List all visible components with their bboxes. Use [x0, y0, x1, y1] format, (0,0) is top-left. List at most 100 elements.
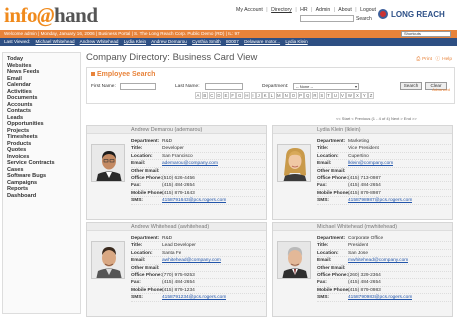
- field-label: Fax:: [317, 183, 327, 189]
- global-search-input[interactable]: [300, 15, 354, 22]
- alpha-letter[interactable]: L: [269, 92, 276, 99]
- sms-link[interactable]: 4158790983@pcs.rogers.com: [348, 294, 412, 300]
- card-fields: Department: R&D Title: Lead Developer Loca…: [131, 235, 265, 302]
- link-admin[interactable]: Admin: [316, 7, 331, 13]
- advanced-search-link[interactable]: Advanced: [432, 87, 450, 92]
- email-link[interactable]: awhitehead@company.com: [162, 257, 221, 263]
- last-viewed-bar: Last Viewed: Michael Whitehead Andrew Wh…: [0, 38, 457, 46]
- alpha-letter[interactable]: S: [318, 92, 326, 99]
- last-viewed-item[interactable]: 80007: [226, 39, 239, 44]
- field-label: Mobile Phone:: [131, 287, 164, 293]
- link-about[interactable]: About: [338, 7, 352, 13]
- field-value: (415) 879-0983: [348, 287, 381, 293]
- link-logout[interactable]: Logout: [360, 7, 376, 13]
- alpha-letter[interactable]: P: [297, 92, 304, 99]
- alpha-letter[interactable]: X: [354, 92, 361, 99]
- alpha-letter[interactable]: U: [332, 92, 340, 99]
- alpha-letter[interactable]: A: [195, 92, 202, 99]
- field-row: Other Email:: [131, 265, 265, 272]
- first-name-input[interactable]: [120, 83, 156, 90]
- alpha-letter[interactable]: Q: [304, 92, 312, 99]
- field-value: Corporate Office: [348, 236, 384, 241]
- welcome-bar: Welcome admin | Monday, January 16, 2006…: [0, 30, 457, 38]
- card-name[interactable]: Michael Whitehead (mwhitehead): [273, 223, 452, 231]
- field-label: SMS:: [131, 198, 143, 204]
- last-viewed-item[interactable]: Michael Whitehead: [36, 39, 75, 44]
- email-link[interactable]: mwhitehead@company.com: [348, 257, 408, 263]
- link-my-account[interactable]: My Account: [236, 7, 263, 13]
- sms-link[interactable]: 4158791234@pcs.rogers.com: [162, 294, 226, 300]
- alpha-letter[interactable]: D: [215, 92, 223, 99]
- card-name[interactable]: Andrew Demarou (ademarou): [87, 126, 266, 134]
- email-link[interactable]: ademarou@company.com: [162, 160, 218, 166]
- separator: |: [295, 7, 297, 13]
- field-label: Email:: [317, 258, 332, 264]
- alpha-letter[interactable]: K: [262, 92, 269, 99]
- field-row: Email: awhitehead@company.com: [131, 257, 265, 265]
- separator: |: [355, 7, 357, 13]
- alpha-letter[interactable]: W: [346, 92, 354, 99]
- field-label: Location:: [131, 250, 153, 256]
- search-button[interactable]: Search: [400, 82, 422, 90]
- field-row: Location: Santa Fe: [131, 250, 265, 258]
- alpha-letter[interactable]: G: [236, 92, 244, 99]
- last-viewed-item[interactable]: Andrew Whitehead: [80, 39, 119, 44]
- email-link[interactable]: lklein@company.com: [348, 160, 393, 166]
- shortcuts-dropdown[interactable]: Shortcuts: [401, 31, 451, 37]
- alpha-letter[interactable]: B: [201, 92, 209, 99]
- last-viewed-item[interactable]: Lydia Klein: [285, 39, 307, 44]
- section-square-icon: [91, 72, 95, 77]
- alpha-letter[interactable]: Z: [368, 92, 375, 99]
- field-row: SMS: 4158791643@pcs.rogers.com: [131, 197, 265, 205]
- sms-link[interactable]: 4158791643@pcs.rogers.com: [162, 197, 226, 203]
- business-card: Andrew Whitehead (awhitehead) Department…: [86, 222, 267, 317]
- pagination[interactable]: << Start < Previous (1 - 4 of 4) Next > …: [336, 116, 417, 121]
- employee-photo: [91, 144, 125, 182]
- print-icon[interactable]: ⎙: [416, 57, 420, 62]
- card-name[interactable]: Lydia Klein (lklein): [273, 126, 452, 134]
- alpha-letter[interactable]: M: [275, 92, 283, 99]
- alpha-letter[interactable]: T: [325, 92, 332, 99]
- app-header: info@hand My Account | Directory | HR | …: [0, 0, 457, 30]
- field-label: Location:: [317, 153, 339, 159]
- field-row: Location: San Francisco: [131, 153, 265, 161]
- department-label: Department:: [262, 84, 289, 89]
- last-viewed-item[interactable]: Andrew Demarou: [151, 39, 187, 44]
- field-label: Office Phone:: [131, 272, 163, 278]
- field-value: Santa Fe: [162, 250, 182, 256]
- alpha-letter[interactable]: R: [311, 92, 319, 99]
- alpha-letter[interactable]: I: [250, 92, 256, 99]
- alpha-letter[interactable]: Y: [361, 92, 368, 99]
- welcome-text: Welcome admin | Monday, January 16, 2006…: [4, 31, 240, 36]
- alpha-letter[interactable]: V: [339, 92, 346, 99]
- department-select[interactable]: -- None -- ▾: [293, 83, 359, 90]
- alpha-letter[interactable]: N: [283, 92, 290, 99]
- last-viewed-item[interactable]: Cynthia Smith: [192, 39, 221, 44]
- alpha-letter[interactable]: E: [222, 92, 230, 99]
- field-value: (415) 484-2654: [162, 280, 195, 286]
- field-row: Email: ademarou@company.com: [131, 160, 265, 168]
- card-name[interactable]: Andrew Whitehead (awhitehead): [87, 223, 266, 231]
- last-viewed-item[interactable]: Lydia Klein: [124, 39, 146, 44]
- field-row: Fax: (415) 484-2654: [317, 279, 451, 287]
- last-viewed-item[interactable]: Delaware motor...: [244, 39, 280, 44]
- alpha-letter[interactable]: H: [243, 92, 251, 99]
- field-value: (260) 329-2364: [348, 272, 381, 278]
- alpha-letter[interactable]: J: [256, 92, 262, 99]
- field-row: Mobile Phone: (415) 879-1234: [131, 287, 265, 295]
- global-search-button[interactable]: Search: [356, 16, 372, 22]
- print-link[interactable]: Print: [422, 57, 432, 62]
- help-icon[interactable]: ⓘ: [435, 57, 440, 62]
- field-row: Title: Developer: [131, 145, 265, 153]
- app-logo[interactable]: info@hand: [4, 3, 98, 28]
- alpha-letter[interactable]: C: [208, 92, 216, 99]
- sidebar-item-dashboard[interactable]: Dashboard: [7, 193, 80, 200]
- link-hr[interactable]: HR: [300, 7, 308, 13]
- help-link[interactable]: Help: [442, 57, 452, 62]
- field-value: (415) 484-2654: [162, 183, 195, 189]
- separator: |: [266, 7, 268, 13]
- link-directory[interactable]: Directory: [271, 7, 292, 13]
- alpha-letter[interactable]: O: [290, 92, 298, 99]
- last-name-input[interactable]: [205, 83, 243, 90]
- sms-link[interactable]: 4158798987@pcs.rogers.com: [348, 197, 412, 203]
